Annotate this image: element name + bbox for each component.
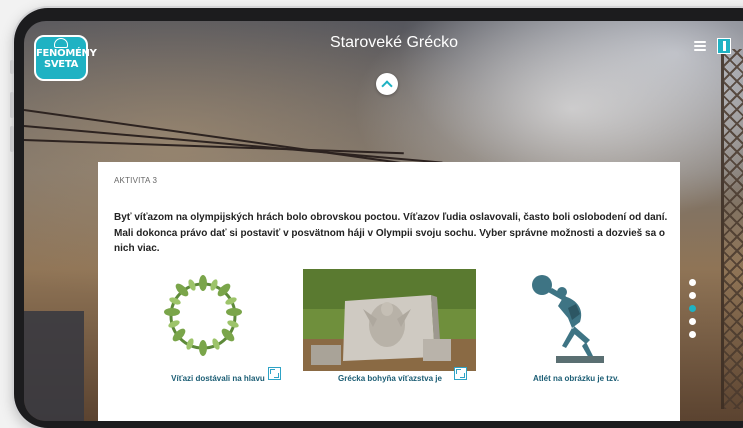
background-wire (24, 125, 443, 164)
expand-icon[interactable] (454, 367, 467, 380)
scroll-up-button[interactable] (376, 73, 398, 95)
background-crane (721, 49, 743, 409)
item-caption: Atlét na obrázku je tzv. (532, 374, 620, 383)
activity-intro: Byť víťazom na olympijských hrách bolo o… (114, 212, 668, 254)
background-building (24, 311, 84, 421)
menu-icon[interactable] (694, 41, 706, 51)
app-screen: FENOMÉNY SVETA Staroveké Grécko AKTIVITA… (24, 21, 743, 421)
pager-dot-active[interactable] (689, 305, 696, 312)
laurel-wreath-image (164, 275, 242, 356)
pager-dot[interactable] (689, 292, 696, 299)
chevron-up-icon (381, 80, 393, 92)
device-button (10, 92, 14, 118)
expand-icon[interactable] (268, 367, 281, 380)
page-title: Staroveké Grécko (329, 34, 459, 51)
logo-text-line2: SVETA (43, 59, 79, 70)
item-caption: Grécka bohyňa víťazstva je (338, 374, 442, 383)
background-wire (24, 109, 441, 170)
book-icon[interactable] (717, 38, 731, 54)
pager-dot[interactable] (689, 318, 696, 325)
relief-image (303, 269, 476, 371)
activity-label: AKTIVITA 3 (114, 176, 158, 185)
discobolus-statue-image (532, 275, 604, 363)
device-button (10, 60, 14, 74)
device-button (10, 126, 14, 152)
section-pager (689, 279, 699, 344)
pager-dot[interactable] (689, 279, 696, 286)
activity-card: AKTIVITA 3 Byť víťazom na olympijských h… (98, 162, 680, 421)
pager-dot[interactable] (689, 331, 696, 338)
